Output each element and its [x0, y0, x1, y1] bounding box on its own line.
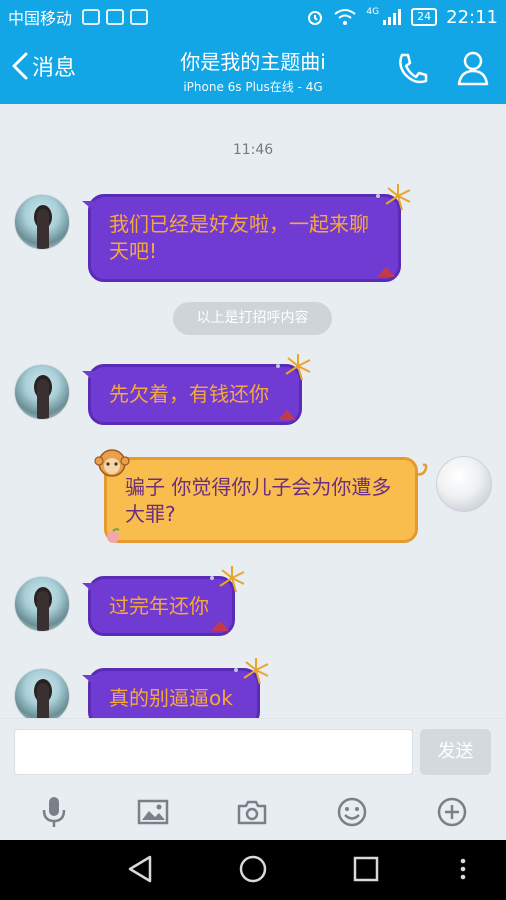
- chat-header: 消息 你是我的主题曲i iPhone 6s Plus在线 - 4G: [0, 34, 506, 104]
- more-dots-icon[interactable]: [456, 854, 470, 884]
- add-icon: [437, 797, 467, 827]
- recents-square-icon[interactable]: [352, 854, 380, 884]
- battery-icon: 24: [411, 8, 438, 26]
- status-bar: 中国移动 4G 24 22:11: [0, 0, 506, 34]
- message-text: 过完年还你: [109, 594, 209, 618]
- avatar[interactable]: [436, 456, 492, 512]
- title-area: 你是我的主题曲i iPhone 6s Plus在线 - 4G: [0, 46, 506, 95]
- decoration-icon: [377, 267, 395, 277]
- tail-curl-icon: [415, 463, 428, 476]
- message-input[interactable]: [14, 729, 413, 775]
- notification-icon: [130, 9, 149, 25]
- message-bubble[interactable]: 先欠着，有钱还你: [82, 364, 302, 425]
- system-nav-bar: [0, 840, 506, 900]
- firework-icon: [376, 184, 411, 211]
- decoration-icon: [278, 410, 296, 420]
- firework-icon: [276, 354, 311, 381]
- microphone-icon: [42, 797, 66, 827]
- message-timestamp: 11:46: [232, 142, 274, 158]
- message-text: 骗子 你觉得你儿子会为你遭多大罪?: [125, 475, 392, 526]
- peach-icon: [107, 528, 120, 543]
- add-button[interactable]: [435, 795, 469, 829]
- avatar[interactable]: [14, 576, 70, 632]
- network-label: 4G: [366, 7, 380, 17]
- microphone-button[interactable]: [37, 795, 71, 829]
- page-title: 你是我的主题曲i: [180, 50, 326, 74]
- contact-status: iPhone 6s Plus在线 - 4G: [183, 80, 323, 94]
- phone-icon[interactable]: [394, 51, 430, 87]
- firework-icon: [234, 658, 269, 685]
- notification-icons: [82, 9, 149, 25]
- back-triangle-icon[interactable]: [126, 854, 154, 884]
- camera-icon: [237, 800, 267, 825]
- message-text: 我们已经是好友啦，一起来聊天吧!: [109, 212, 369, 263]
- avatar[interactable]: [14, 364, 70, 420]
- chat-toolbar: [0, 784, 506, 840]
- send-button[interactable]: 发送: [420, 729, 491, 775]
- message-bubble[interactable]: 我们已经是好友啦，一起来聊天吧!: [82, 194, 401, 282]
- emoji-icon: [337, 797, 367, 827]
- sent-message-bubble[interactable]: 骗子 你觉得你儿子会为你遭多大罪?: [104, 457, 418, 543]
- avatar[interactable]: [14, 194, 70, 250]
- message-text: 先欠着，有钱还你: [109, 382, 269, 406]
- notification-icon: [82, 9, 101, 25]
- avatar[interactable]: [14, 668, 70, 718]
- emoji-button[interactable]: [335, 795, 369, 829]
- alarm-icon: [308, 11, 323, 25]
- greeting-notice: 以上是打招呼内容: [173, 302, 332, 335]
- wifi-icon: [334, 9, 357, 25]
- notification-icon: [106, 9, 125, 25]
- image-icon: [137, 799, 169, 825]
- monkey-icon: [94, 449, 130, 477]
- carrier-name: 中国移动: [8, 9, 73, 28]
- signal-icon: [383, 9, 402, 25]
- message-text: 真的别逼逼ok: [109, 686, 233, 710]
- input-bar: 发送: [0, 718, 506, 784]
- message-list[interactable]: 11:46 我们已经是好友啦，一起来聊天吧! 以上是打招呼内容 先欠着，有钱还你…: [0, 104, 506, 718]
- firework-icon: [210, 566, 245, 593]
- home-circle-icon[interactable]: [238, 854, 268, 884]
- camera-button[interactable]: [235, 795, 269, 829]
- profile-icon[interactable]: [456, 50, 490, 86]
- status-time: 22:11: [446, 6, 498, 28]
- decoration-icon: [211, 621, 229, 631]
- image-button[interactable]: [136, 795, 170, 829]
